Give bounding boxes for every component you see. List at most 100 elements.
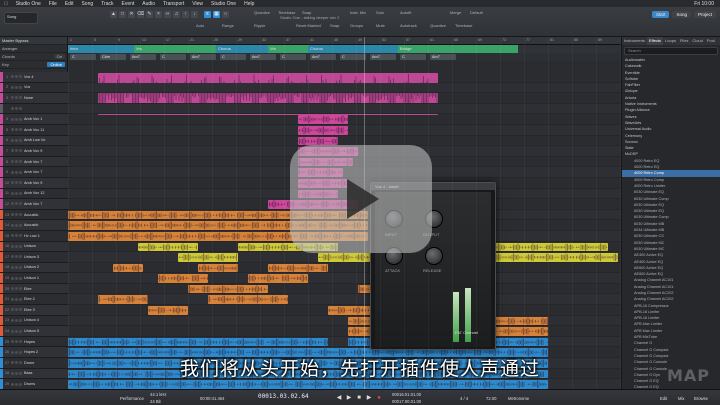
track-name[interactable]: Unison — [24, 244, 68, 248]
track-mute-solo-buttons[interactable] — [11, 255, 22, 259]
track-mute-solo-buttons[interactable] — [11, 308, 22, 312]
track-name[interactable]: Unison 3 — [24, 255, 68, 259]
chord-event[interactable]: C — [340, 54, 366, 60]
menu-event[interactable]: Event — [121, 1, 134, 7]
track-header[interactable]: 1 Vox 4 — [0, 72, 68, 83]
chord-track[interactable]: C C#m Am7 C Am7 C Am7 C Am7 C Am7 C Am7 — [68, 53, 621, 61]
listen-tool-icon[interactable]: ♫ — [173, 11, 180, 18]
track-name[interactable]: Elee 2 — [24, 297, 68, 301]
track-lane[interactable] — [68, 273, 621, 284]
arrow-tool-icon[interactable]: ▲ — [110, 11, 117, 18]
track-lane[interactable] — [68, 72, 621, 115]
audio-clip[interactable] — [488, 253, 618, 262]
tab-pool[interactable]: Pool — [705, 37, 717, 45]
track-name[interactable]: Amb Vox 9 — [24, 181, 68, 185]
track-mute-solo-buttons[interactable] — [11, 138, 22, 142]
track-header[interactable]: 3 None — [0, 93, 68, 104]
track-mute-solo-buttons[interactable] — [11, 75, 22, 79]
loop-end[interactable]: 00017.00.01.00 — [392, 399, 421, 404]
track-name[interactable]: Elee — [24, 287, 68, 291]
menu-help[interactable]: Help — [244, 1, 254, 7]
track-mute-solo-buttons[interactable] — [11, 287, 22, 291]
menu-transport[interactable]: Transport — [163, 1, 184, 7]
track-name[interactable]: Vox — [24, 85, 68, 89]
tempo[interactable]: 72.00 — [486, 396, 496, 401]
track-mute-solo-buttons[interactable] — [11, 329, 22, 333]
audio-clip[interactable] — [188, 284, 268, 294]
play-icon[interactable]: ▶ — [365, 394, 373, 402]
track-lane[interactable] — [68, 336, 621, 348]
track-header[interactable]: 14 Acoustic — [0, 220, 68, 231]
inspector-row-key[interactable]: Key Online — [0, 61, 67, 69]
track-name[interactable]: Amb Vox 7 — [24, 160, 68, 164]
record-icon[interactable]: ● — [375, 394, 383, 402]
snap-icon[interactable]: ≡ — [204, 11, 211, 18]
track-name[interactable]: Elee 3 — [24, 308, 68, 312]
pencil-tool-icon[interactable]: ✎ — [146, 11, 153, 18]
metronome[interactable]: Metronome — [508, 396, 529, 401]
track-lane[interactable] — [68, 103, 621, 115]
video-play-button[interactable] — [290, 145, 432, 253]
track-name[interactable]: Amb Vox 7 — [24, 202, 68, 206]
track-header[interactable]: 20 Elee — [0, 283, 68, 295]
loop-start[interactable]: 00016.01.01.00 — [392, 392, 421, 397]
song-selector[interactable]: Song — [4, 12, 38, 24]
tab-instruments[interactable]: Instruments — [622, 37, 647, 45]
arranger-section[interactable]: Intro — [68, 45, 134, 53]
audio-clip[interactable] — [268, 263, 328, 273]
track-mute-solo-buttons[interactable] — [11, 191, 22, 195]
track-header[interactable]: 8 Amb Vox 7 — [0, 156, 68, 168]
audio-clip[interactable] — [178, 253, 238, 262]
track-header[interactable]: 24 Unison 5 — [0, 326, 68, 337]
time-signature[interactable]: 4 / 4 — [460, 396, 468, 401]
track-header[interactable]: 19 Unison 1 — [0, 273, 68, 284]
eraser-tool-icon[interactable]: ⌫ — [137, 11, 144, 18]
track-header[interactable]: 15 Hv Low 1 — [0, 230, 68, 242]
track-mute-solo-buttons[interactable] — [11, 244, 22, 248]
menu-edit[interactable]: Edit — [65, 1, 74, 7]
audio-clip[interactable] — [148, 306, 188, 315]
arrow-down-icon[interactable]: ↓ — [191, 11, 198, 18]
track-header[interactable]: 25 Hopes — [0, 336, 68, 348]
track-name[interactable]: Unison 5 — [24, 329, 68, 333]
split-tool-icon[interactable]: ✕ — [128, 11, 135, 18]
track-mute-solo-buttons[interactable] — [11, 181, 22, 185]
track-header[interactable]: 2 Vox — [0, 82, 68, 94]
track-lane[interactable] — [68, 315, 621, 327]
track-mute-solo-buttons[interactable] — [11, 276, 22, 280]
browse-button[interactable]: Browse — [694, 396, 708, 401]
tab-files[interactable]: Files — [678, 37, 690, 45]
track-mute-solo-buttons[interactable] — [11, 340, 22, 344]
tab-effects[interactable]: Effects — [646, 37, 664, 45]
menu-studio-one[interactable]: Studio One — [211, 1, 236, 7]
rewind-icon[interactable]: ◀ — [335, 394, 343, 402]
track-lane[interactable] — [68, 263, 621, 274]
track-mute-solo-buttons[interactable] — [11, 117, 22, 121]
track-name[interactable]: Acoustic — [24, 213, 68, 217]
track-header[interactable]: 21 Elee 2 — [0, 294, 68, 306]
track-name[interactable]: Amb Vox 11 — [24, 128, 68, 132]
track-header[interactable]: 5 Amb Vox 11 — [0, 124, 68, 136]
track-mute-solo-buttons[interactable] — [11, 128, 22, 132]
magnet-icon[interactable]: ∩ — [222, 11, 229, 18]
track-name[interactable]: None — [24, 96, 68, 100]
track-lane[interactable] — [68, 93, 621, 104]
track-mute-solo-buttons[interactable] — [11, 202, 22, 206]
track-header[interactable]: 13 Acoustic — [0, 209, 68, 221]
track-mute-solo-buttons[interactable] — [11, 265, 22, 269]
range-tool-icon[interactable]: □ — [119, 11, 126, 18]
track-name[interactable]: Amb Vox 9 — [24, 149, 68, 153]
track-mute-solo-buttons[interactable] — [11, 297, 22, 301]
track-header[interactable]: 18 Unison 2 — [0, 262, 68, 274]
audio-clip[interactable] — [198, 263, 238, 273]
project-tab[interactable]: Project — [693, 11, 716, 18]
track-mute-solo-buttons[interactable] — [11, 382, 22, 386]
track-lane[interactable] — [68, 124, 621, 136]
menu-view[interactable]: View — [192, 1, 203, 7]
track-mute-solo-buttons[interactable] — [11, 213, 22, 217]
tab-cloud[interactable]: Cloud — [690, 37, 704, 45]
inspector-row-arranger[interactable]: Arranger — [0, 45, 67, 53]
track-lane[interactable] — [68, 252, 621, 263]
track-mute-solo-buttons[interactable] — [11, 223, 22, 227]
track-name[interactable]: Unison 4 — [24, 318, 68, 322]
